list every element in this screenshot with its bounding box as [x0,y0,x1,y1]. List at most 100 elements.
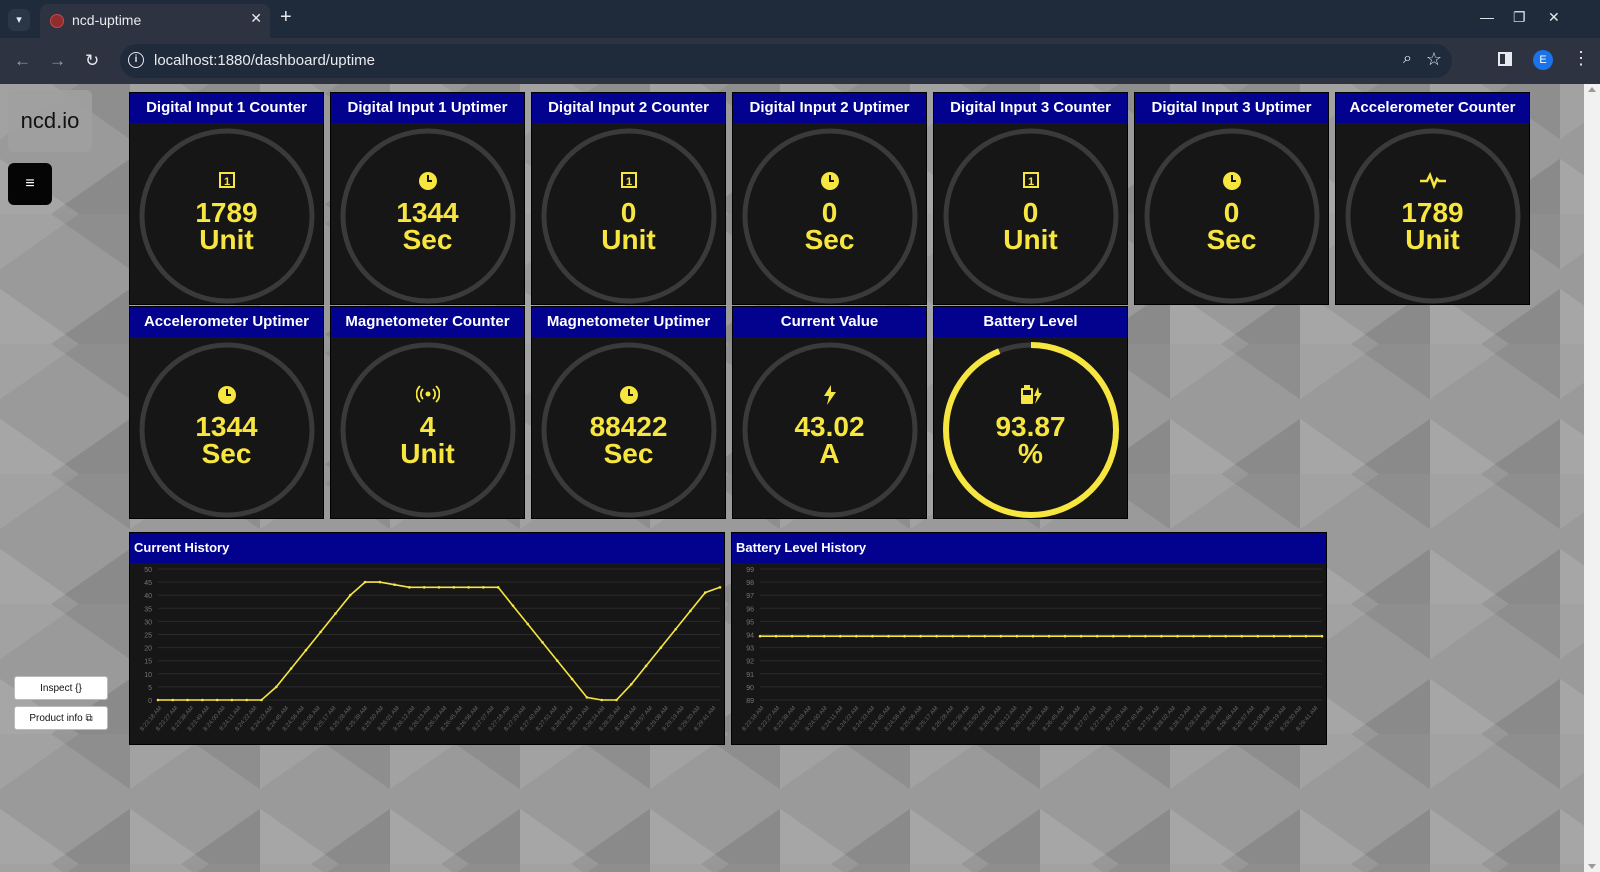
data-point [689,609,692,613]
data-point [215,698,219,702]
data-point [674,627,677,631]
kebab-menu-icon[interactable]: ⋮ [1572,48,1590,69]
gauge-unit: % [1018,438,1043,469]
y-tick-label: 97 [746,593,754,600]
gauge-card: Digital Input 3 Uptimer 0 Sec [1134,92,1329,305]
inspect-button[interactable]: Inspect {} [14,676,108,700]
gauge-unit: Unit [400,438,455,469]
data-point [393,583,396,587]
y-tick-label: 25 [144,633,152,640]
gauge-card: Battery Level 93.87% [933,306,1128,519]
gauge-unit: Sec [804,224,855,255]
url-text[interactable]: localhost:1880/dashboard/uptime [154,52,375,69]
data-point [919,634,922,638]
data-point [935,634,938,638]
data-point [201,698,204,702]
battery-charging-icon [934,385,1127,410]
gauge-card: Digital Input 2 Counter 1 0 Unit [531,92,726,305]
product-info-button[interactable]: Product info ⧉ [14,706,108,730]
data-point [1192,634,1195,638]
data-point [967,634,971,638]
battery-history-chart: 89909192939495969798998:23:18 AM8:23:27 … [741,567,1324,733]
data-point [541,641,544,644]
scroll-down-icon[interactable] [1588,864,1596,869]
logo: ncd.io [8,90,92,152]
current-history-chart: 051015202530354045508:23:18 AM8:23:27 AM… [139,567,722,733]
data-point [1015,634,1019,638]
page-scrollbar[interactable] [1584,84,1600,872]
data-point [1095,634,1099,638]
data-point [245,698,249,702]
gauge-unit: Unit [1003,224,1058,255]
gauge-title: Digital Input 1 Counter [130,93,323,123]
data-point [659,646,663,649]
data-point [1320,634,1324,638]
gauge-unit: Unit [1405,224,1460,255]
reload-icon[interactable]: ↻ [85,51,99,71]
gauge-card: Digital Input 2 Uptimer 0 Sec [732,92,927,305]
gauge-card: Magnetometer Uptimer 88422 Sec [531,306,726,519]
data-point [556,659,559,662]
data-point [951,634,954,638]
data-point [887,634,890,638]
y-tick-label: 96 [746,606,754,613]
chart-title: Current History [130,533,724,563]
gauge-card: Digital Input 1 Counter 1 1789 Unit [129,92,324,305]
series-line [158,581,721,701]
gauge-value: 1789 [195,197,258,228]
clock-icon [532,385,725,410]
y-tick-label: 98 [746,580,754,587]
site-info-icon[interactable]: i [128,52,144,68]
data-point [615,698,618,702]
data-point [378,580,382,584]
data-point [1304,634,1308,638]
close-icon[interactable]: ✕ [250,10,262,27]
browser-tab[interactable]: ncd-uptime ✕ [40,4,270,38]
back-icon[interactable]: ← [14,51,31,71]
hamburger-icon[interactable]: ≡ [8,163,52,205]
new-tab-icon[interactable]: + [280,6,292,29]
data-point [156,698,160,702]
address-bar[interactable]: i localhost:1880/dashboard/uptime ⌕ ☆ [120,44,1452,78]
minimize-icon[interactable]: — [1480,9,1494,25]
forward-icon[interactable]: → [49,51,66,71]
gauge-value: 0 [1223,197,1240,228]
gauge-unit: Sec [402,224,453,255]
gauge-value: 4 [419,411,436,442]
data-point [1160,634,1163,638]
gauge-unit: A [819,438,840,469]
data-point [718,586,722,589]
gauge-unit: Sec [1206,224,1257,255]
profile-icon[interactable]: E [1533,50,1553,70]
scroll-up-icon[interactable] [1588,87,1596,92]
side-panel-icon[interactable] [1498,52,1512,66]
tab-list-icon[interactable]: ▾ [8,9,30,31]
data-point [758,634,762,638]
maximize-icon[interactable]: ❐ [1513,9,1526,26]
data-point [363,580,367,584]
zoom-icon[interactable]: ⌕ [1403,50,1412,68]
gauge-unit: Unit [601,224,656,255]
data-point [1288,634,1292,638]
y-tick-label: 94 [746,633,754,640]
data-point [1128,634,1131,638]
data-point [999,634,1003,638]
battery-history-panel: Battery Level History 89 90 91 92 93 94 95 96 97… [731,532,1327,745]
data-point [171,698,175,702]
y-tick-label: 10 [144,672,152,679]
gauge-value: 0 [620,197,637,228]
gauge-title: Accelerometer Uptimer [130,307,323,337]
y-tick-label: 50 [144,567,152,574]
gauge-value: 0 [821,197,838,228]
input-1-icon: 1 [130,171,323,194]
gauge-value: 1789 [1401,197,1464,228]
tab-bar: ▾ ncd-uptime ✕ + — ❐ ✕ [0,0,1600,38]
y-tick-label: 20 [144,646,152,653]
gauge-card: Digital Input 1 Uptimer 1344 Sec [330,92,525,305]
gauge-value: 88422 [589,411,668,442]
window-close-icon[interactable]: ✕ [1548,9,1560,26]
y-tick-label: 5 [148,685,152,692]
data-point [1224,634,1227,638]
bookmark-star-icon[interactable]: ☆ [1426,49,1442,70]
y-tick-label: 95 [746,619,754,626]
